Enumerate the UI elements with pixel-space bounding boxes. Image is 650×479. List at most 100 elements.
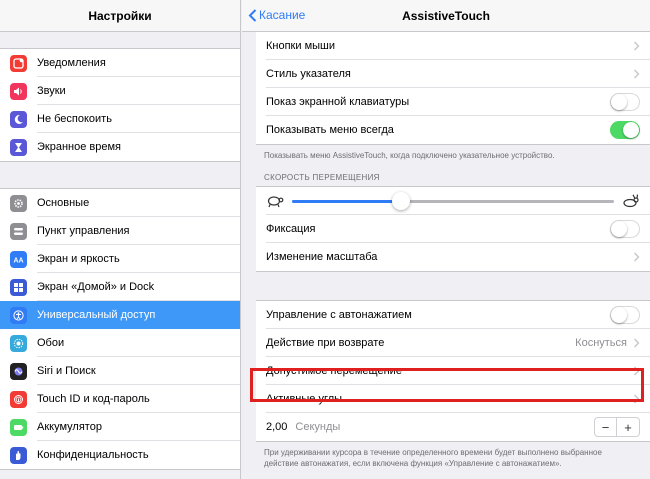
toggle-knob: [611, 307, 627, 323]
back-button[interactable]: Касание: [248, 8, 305, 22]
toggle-knob: [611, 94, 627, 110]
sidebar-item-accessibility[interactable]: Универсальный доступ: [0, 301, 240, 329]
speed-slider-thumb[interactable]: [392, 191, 411, 210]
sidebar-item-hourglass[interactable]: Экранное время: [0, 133, 240, 161]
battery-icon: [10, 418, 27, 436]
notifications-icon: [10, 54, 27, 72]
settings-row-group_a-1[interactable]: Стиль указателя: [256, 60, 650, 88]
sidebar-item-display[interactable]: AA Экран и яркость: [0, 245, 240, 273]
toggle-knob: [623, 122, 639, 138]
sidebar-item-label: Основные: [37, 197, 90, 209]
settings-row-group_c-3[interactable]: Активные углы: [256, 385, 650, 413]
settings-row-group_a-3[interactable]: Показывать меню всегда: [256, 116, 650, 144]
footnote-dwell: При удерживании курсора в течение опреде…: [264, 448, 602, 468]
settings-row-group_a-2[interactable]: Показ экранной клавиатуры: [256, 88, 650, 116]
sidebar-item-label: Обои: [37, 337, 65, 349]
sidebar-item-label: Аккумулятор: [37, 421, 102, 433]
row-label: Допустимое перемещение: [266, 365, 402, 377]
sidebar-item-wallpaper[interactable]: Обои: [0, 329, 240, 357]
row-label: Фиксация: [266, 223, 316, 235]
sidebar-item-label: Экран и яркость: [37, 253, 120, 265]
wallpaper-icon: [10, 334, 27, 352]
sidebar-item-fingerprint[interactable]: Touch ID и код-пароль: [0, 385, 240, 413]
toggle-switch[interactable]: [610, 121, 640, 139]
row-value: Коснуться: [575, 337, 627, 349]
sidebar-item-label: Уведомления: [37, 57, 106, 69]
home-screen-icon: [10, 278, 27, 296]
sidebar-item-label: Универсальный доступ: [37, 309, 156, 321]
speed-slider-fill: [292, 199, 402, 203]
moon-icon: [10, 110, 27, 128]
sidebar-item-label: Экранное время: [37, 141, 121, 153]
speed-slider-row: [256, 187, 650, 215]
siri-icon: [10, 362, 27, 380]
sidebar-item-battery[interactable]: Аккумулятор: [0, 413, 240, 441]
row-label: Стиль указателя: [266, 68, 351, 80]
row-label: Действие при возврате: [266, 337, 385, 349]
footnote-menu: Показывать меню AssistiveTouch, когда по…: [264, 151, 555, 160]
row-label: Показывать меню всегда: [266, 124, 394, 136]
page-title: AssistiveTouch: [402, 8, 490, 23]
fingerprint-icon: [10, 390, 27, 408]
sidebar-item-siri[interactable]: Siri и Поиск: [0, 357, 240, 385]
sounds-icon: [10, 82, 27, 100]
dwell-time-value: 2,00: [266, 421, 288, 433]
row-label: Изменение масштаба: [266, 251, 378, 263]
chevron-right-icon: [634, 252, 640, 262]
detail-pane: Касание AssistiveTouch Кнопки мыши Стиль …: [242, 0, 650, 479]
sidebar-item-home-screen[interactable]: Экран «Домой» и Dock: [0, 273, 240, 301]
sidebar-item-moon[interactable]: Не беспокоить: [0, 105, 240, 133]
control-center-icon: [10, 222, 27, 240]
sidebar-item-label: Пункт управления: [37, 225, 130, 237]
sidebar-item-privacy-hand[interactable]: Конфиденциальность: [0, 441, 240, 469]
row-label: Показ экранной клавиатуры: [266, 96, 410, 108]
settings-row-group_c-1[interactable]: Действие при возврате Коснуться: [256, 329, 650, 357]
settings-row-group_c-0[interactable]: Управление с автонажатием: [256, 301, 650, 329]
sidebar-item-label: Конфиденциальность: [37, 449, 149, 461]
section-title-speed: СКОРОСТЬ ПЕРЕМЕЩЕНИЯ: [264, 173, 380, 182]
settings-sidebar: Настройки Уведомления Звуки Не беспокоить Э…: [0, 0, 241, 479]
toggle-switch[interactable]: [610, 93, 640, 111]
settings-row-group_b-0[interactable]: Фиксация: [256, 215, 650, 243]
sidebar-item-gear[interactable]: Основные: [0, 189, 240, 217]
toggle-switch[interactable]: [610, 306, 640, 324]
row-label: Управление с автонажатием: [266, 309, 412, 321]
settings-row-group_a-0[interactable]: Кнопки мыши: [256, 32, 650, 60]
increment-button[interactable]: +: [617, 418, 639, 436]
settings-group-pointer: Кнопки мыши Стиль указателя Показ экранной…: [256, 32, 650, 145]
settings-group-speed: Фиксация Изменение масштаба: [256, 186, 650, 272]
settings-row-group_b-1[interactable]: Изменение масштаба: [256, 243, 650, 271]
sidebar-item-sounds[interactable]: Звуки: [0, 77, 240, 105]
navigation-bar: Касание AssistiveTouch: [242, 0, 650, 32]
settings-row-group_c-2[interactable]: Допустимое перемещение: [256, 357, 650, 385]
sidebar-item-label: Звуки: [37, 85, 66, 97]
chevron-right-icon: [634, 394, 640, 404]
chevron-right-icon: [634, 366, 640, 376]
svg-text:AA: AA: [14, 257, 24, 264]
display-icon: AA: [10, 250, 27, 268]
sidebar-item-label: Не беспокоить: [37, 113, 112, 125]
sidebar-item-label: Экран «Домой» и Dock: [37, 281, 155, 293]
dwell-time-row: 2,00 Секунды − +: [256, 413, 650, 441]
toggle-switch[interactable]: [610, 220, 640, 238]
hare-icon: [623, 194, 639, 208]
toggle-knob: [611, 221, 627, 237]
sidebar-item-notifications[interactable]: Уведомления: [0, 49, 240, 77]
privacy-hand-icon: [10, 446, 27, 464]
sidebar-item-label: Siri и Поиск: [37, 365, 96, 377]
turtle-icon: [267, 196, 284, 208]
dwell-time-stepper: − +: [594, 417, 640, 437]
hourglass-icon: [10, 138, 27, 156]
dwell-time-unit: Секунды: [295, 421, 341, 433]
accessibility-icon: [10, 306, 27, 324]
sidebar-group-1: Уведомления Звуки Не беспокоить Экранное вр…: [0, 48, 240, 162]
decrement-button[interactable]: −: [595, 418, 617, 436]
sidebar-group-2: Основные Пункт управления AA Экран и яркост…: [0, 188, 240, 470]
sidebar-item-label: Touch ID и код-пароль: [37, 393, 150, 405]
settings-group-dwell: Управление с автонажатием Действие при во…: [256, 300, 650, 442]
chevron-left-icon: [248, 8, 257, 22]
sidebar-item-control-center[interactable]: Пункт управления: [0, 217, 240, 245]
back-button-label: Касание: [259, 8, 306, 22]
speed-slider[interactable]: [292, 191, 614, 210]
chevron-right-icon: [634, 338, 640, 348]
